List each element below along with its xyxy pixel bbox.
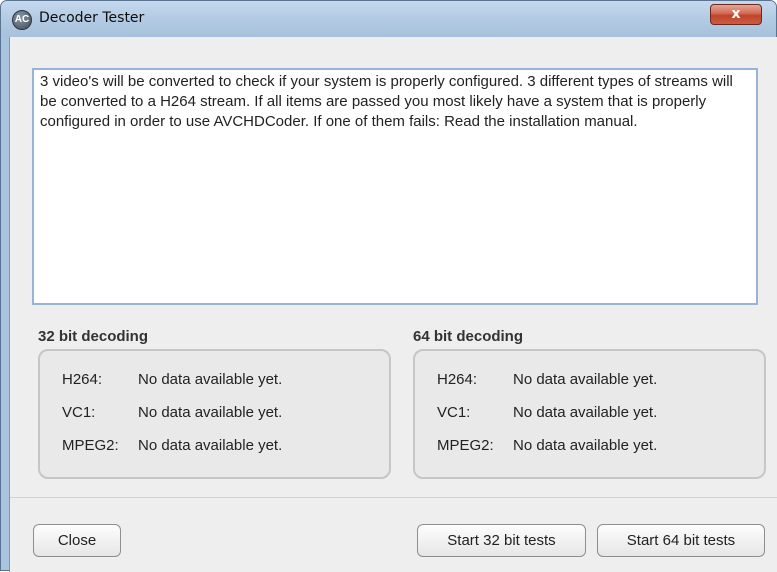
codec-label: H264: bbox=[62, 371, 103, 388]
codec-label: H264: bbox=[437, 371, 478, 388]
codec-status: No data available yet. bbox=[513, 371, 658, 388]
group-title-32bit: 32 bit decoding bbox=[38, 328, 149, 345]
codec-label: VC1: bbox=[437, 404, 471, 421]
codec-status: No data available yet. bbox=[513, 437, 658, 454]
codec-status: No data available yet. bbox=[138, 371, 283, 388]
codec-status: No data available yet. bbox=[138, 437, 283, 454]
status-row-h264: H264: No data available yet. bbox=[62, 371, 282, 388]
group-title-64bit: 64 bit decoding bbox=[413, 328, 524, 345]
codec-label: MPEG2: bbox=[62, 437, 119, 454]
decoder-tester-window: AC Decoder Tester x 3 video's will be co… bbox=[0, 0, 777, 572]
title-bar[interactable]: AC Decoder Tester x bbox=[1, 1, 776, 37]
status-row-h264: H264: No data available yet. bbox=[437, 371, 657, 388]
codec-label: MPEG2: bbox=[437, 437, 494, 454]
status-row-vc1: VC1: No data available yet. bbox=[437, 404, 657, 421]
status-row-mpeg2: MPEG2: No data available yet. bbox=[437, 437, 657, 454]
status-row-vc1: VC1: No data available yet. bbox=[62, 404, 282, 421]
codec-label: VC1: bbox=[62, 404, 96, 421]
codec-status: No data available yet. bbox=[513, 404, 658, 421]
description-text-area[interactable]: 3 video's will be converted to check if … bbox=[32, 68, 758, 305]
window-close-icon[interactable]: x bbox=[710, 4, 762, 25]
start-64-bit-tests-button[interactable]: Start 64 bit tests bbox=[597, 524, 765, 557]
start-32-bit-tests-button[interactable]: Start 32 bit tests bbox=[417, 524, 586, 557]
app-logo-icon: AC bbox=[12, 10, 32, 30]
codec-status: No data available yet. bbox=[138, 404, 283, 421]
status-row-mpeg2: MPEG2: No data available yet. bbox=[62, 437, 282, 454]
dialog-body: 3 video's will be converted to check if … bbox=[9, 37, 777, 572]
window-title: Decoder Tester bbox=[39, 10, 145, 26]
footer-divider bbox=[10, 497, 777, 498]
close-button[interactable]: Close bbox=[33, 524, 121, 557]
group-box-32bit: H264: No data available yet. VC1: No data … bbox=[38, 349, 391, 479]
group-box-64bit: H264: No data available yet. VC1: No data … bbox=[413, 349, 766, 479]
